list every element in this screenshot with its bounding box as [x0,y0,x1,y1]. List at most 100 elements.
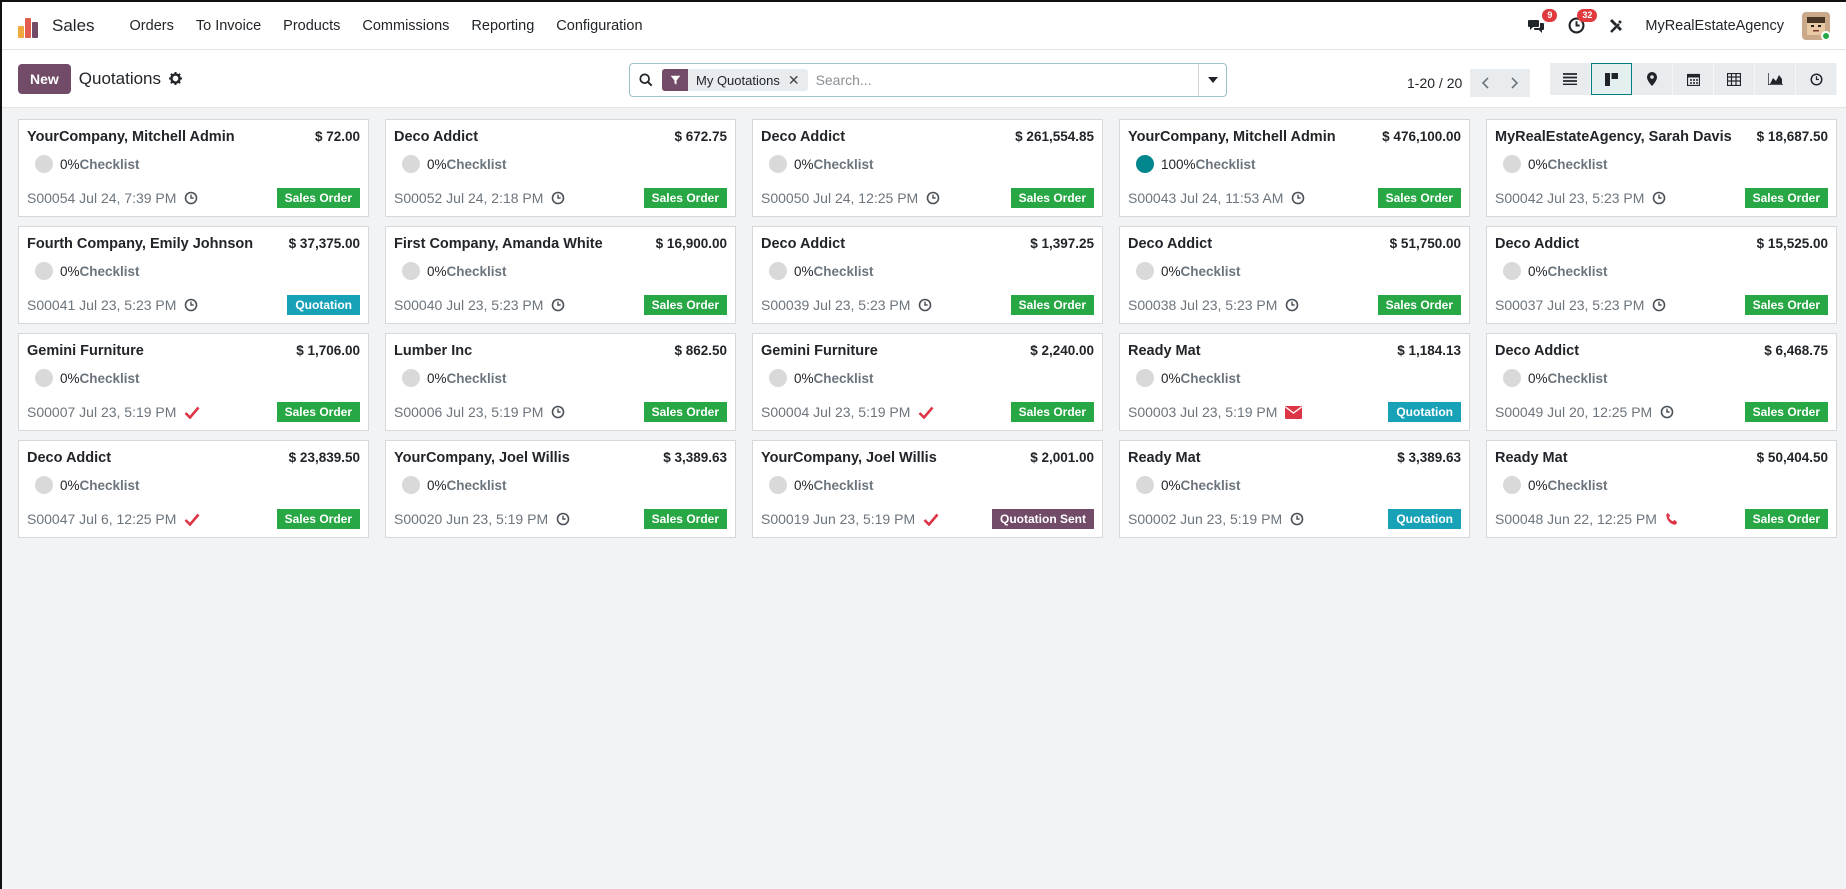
activity-button[interactable] [556,512,570,526]
clock-icon [1653,191,1666,205]
kanban-card[interactable]: YourCompany, Mitchell Admin $ 72.00 0% C… [18,119,369,217]
card-reference-date: S00007 Jul 23, 5:19 PM [27,404,177,420]
kanban-card[interactable]: Deco Addict $ 6,468.75 0% Checklist S000… [1486,333,1837,431]
kanban-card[interactable]: MyRealEstateAgency, Sarah Davis $ 18,687… [1486,119,1837,217]
graph-view-button[interactable] [1755,63,1796,95]
checklist-progress-circle[interactable] [1503,262,1521,280]
card-reference-date: S00054 Jul 24, 7:39 PM [27,190,177,206]
checklist-progress-circle[interactable] [1503,155,1521,173]
activities-button[interactable]: 32 [1565,8,1598,37]
activity-button[interactable] [184,406,200,419]
checklist-label: Checklist [1547,370,1608,386]
activity-button[interactable] [184,191,198,205]
activity-button[interactable] [918,406,934,419]
search-icon[interactable] [630,73,662,87]
menu-commissions[interactable]: Commissions [351,18,460,34]
kanban-view-button[interactable] [1591,63,1632,95]
checklist-progress-circle[interactable] [1503,369,1521,387]
checklist-progress-circle[interactable] [402,155,420,173]
new-button[interactable]: New [18,63,71,94]
kanban-card[interactable]: Gemini Furniture $ 2,240.00 0% Checklist… [752,333,1103,431]
checklist-progress-circle[interactable] [35,262,53,280]
kanban-card[interactable]: Ready Mat $ 1,184.13 0% Checklist S00003… [1119,333,1470,431]
kanban-card[interactable]: YourCompany, Mitchell Admin $ 476,100.00… [1119,119,1470,217]
kanban-card[interactable]: Lumber Inc $ 862.50 0% Checklist S00006 … [385,333,736,431]
activity-button[interactable] [1285,405,1303,419]
activity-button[interactable] [1291,191,1305,205]
kanban-card[interactable]: Deco Addict $ 1,397.25 0% Checklist S000… [752,226,1103,324]
checklist-progress-circle[interactable] [769,369,787,387]
checklist-progress-circle[interactable] [1136,155,1154,173]
kanban-card[interactable]: Deco Addict $ 51,750.00 0% Checklist S00… [1119,226,1470,324]
remove-facet-icon[interactable]: ✕ [788,72,808,89]
pager-previous-button[interactable] [1470,69,1501,97]
checklist-progress-circle[interactable] [402,476,420,494]
clock-icon [1292,191,1305,205]
pager-value[interactable]: 1-20 / 20 [1407,75,1462,91]
user-avatar[interactable] [1802,11,1830,40]
checklist-progress-circle[interactable] [1136,476,1154,494]
activity-button[interactable] [923,513,939,526]
kanban-card[interactable]: Ready Mat $ 3,389.63 0% Checklist S00002… [1119,440,1470,538]
kanban-card[interactable]: Deco Addict $ 261,554.85 0% Checklist S0… [752,119,1103,217]
app-name[interactable]: Sales [52,16,95,36]
checklist-progress-circle[interactable] [769,262,787,280]
activity-button[interactable] [1285,298,1299,312]
kanban-card[interactable]: Deco Addict $ 23,839.50 0% Checklist S00… [18,440,369,538]
messages-button[interactable]: 9 [1525,8,1558,37]
activity-button[interactable] [551,191,565,205]
checklist-progress-circle[interactable] [35,155,53,173]
kanban-card[interactable]: Ready Mat $ 50,404.50 0% Checklist S0004… [1486,440,1837,538]
kanban-card[interactable]: Gemini Furniture $ 1,706.00 0% Checklist… [18,333,369,431]
map-marker-icon [1647,72,1657,86]
checklist-progress-circle[interactable] [402,369,420,387]
kanban-card[interactable]: Deco Addict $ 672.75 0% Checklist S00052… [385,119,736,217]
calendar-view-button[interactable] [1673,63,1714,95]
checklist-progress-circle[interactable] [769,476,787,494]
activity-button[interactable] [926,191,940,205]
menu-reporting[interactable]: Reporting [460,18,545,34]
activity-button[interactable] [1652,298,1666,312]
checklist-label: Checklist [79,156,140,172]
activity-button[interactable] [551,405,565,419]
sales-app-icon[interactable] [18,14,42,38]
activity-button[interactable] [1290,512,1304,526]
debug-tools-button[interactable] [1605,15,1627,37]
map-view-button[interactable] [1632,63,1673,95]
card-amount: $ 15,525.00 [1756,236,1828,251]
checklist-progress-circle[interactable] [35,476,53,494]
card-customer: Gemini Furniture [27,343,144,359]
kanban-card[interactable]: First Company, Amanda White $ 16,900.00 … [385,226,736,324]
kanban-card[interactable]: YourCompany, Joel Willis $ 3,389.63 0% C… [385,440,736,538]
company-switcher[interactable]: MyRealEstateAgency [1645,18,1784,34]
kanban-card[interactable]: Fourth Company, Emily Johnson $ 37,375.0… [18,226,369,324]
kanban-card[interactable]: YourCompany, Joel Willis $ 2,001.00 0% C… [752,440,1103,538]
card-reference-date: S00041 Jul 23, 5:23 PM [27,297,177,313]
checklist-progress-circle[interactable] [769,155,787,173]
menu-orders[interactable]: Orders [119,18,185,34]
checklist-progress-circle[interactable] [402,262,420,280]
activity-button[interactable] [184,298,198,312]
menu-products[interactable]: Products [272,18,351,34]
list-view-button[interactable] [1550,63,1591,95]
checklist-progress-circle[interactable] [1136,262,1154,280]
activity-button[interactable] [1665,512,1679,526]
activity-view-button[interactable] [1796,63,1837,95]
kanban-card[interactable]: Deco Addict $ 15,525.00 0% Checklist S00… [1486,226,1837,324]
activity-button[interactable] [918,298,932,312]
activity-button[interactable] [551,298,565,312]
activity-button[interactable] [1660,405,1674,419]
pager-next-button[interactable] [1500,69,1531,97]
checklist-progress-circle[interactable] [1136,369,1154,387]
menu-to-invoice[interactable]: To Invoice [185,18,272,34]
checklist-progress-circle[interactable] [1503,476,1521,494]
checklist-progress-circle[interactable] [35,369,53,387]
activity-button[interactable] [1652,191,1666,205]
search-input[interactable] [815,72,1198,88]
menu-configuration[interactable]: Configuration [545,18,653,34]
card-amount: $ 3,389.63 [1397,450,1461,465]
gear-icon[interactable] [169,72,183,85]
pivot-view-button[interactable] [1714,63,1755,95]
search-options-toggle[interactable] [1198,64,1226,96]
activity-button[interactable] [184,513,200,526]
